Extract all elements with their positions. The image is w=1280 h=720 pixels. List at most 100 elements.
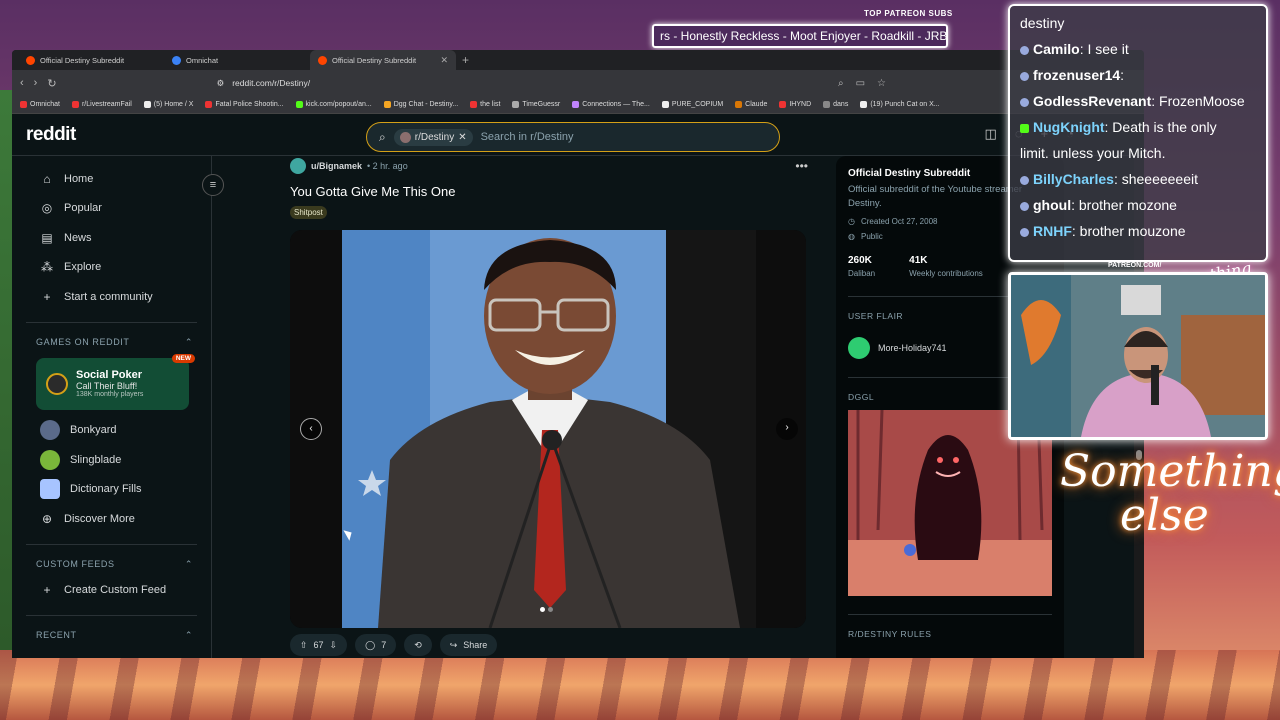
game-bonkyard[interactable]: Bonkyard (26, 416, 211, 446)
more-options-icon[interactable]: ••• (795, 159, 808, 173)
chat-message: BillyCharles: sheeeeeeeit (1020, 166, 1256, 192)
kick-icon (1020, 123, 1029, 133)
url-text: reddit.com/r/Destiny/ (232, 78, 311, 88)
nav-explore[interactable]: ⁂ Explore (26, 253, 211, 283)
search-placeholder: Search in r/Destiny (480, 131, 574, 143)
bookmark-item[interactable]: dans (823, 101, 848, 108)
section-label: RECENT (36, 630, 77, 640)
nav-label: Create Custom Feed (64, 584, 167, 597)
bookmark-item[interactable]: PURE_COPIUM (661, 101, 723, 108)
remove-filter-icon[interactable]: ✕ (458, 132, 466, 143)
social-poker-card[interactable]: Social Poker Call Their Bluff! 138K mont… (36, 353, 195, 410)
downvote-icon[interactable]: ⇩ (330, 640, 338, 651)
cake-icon: ◷ (848, 217, 855, 226)
stream-chat-overlay: destiny Camilo: I see it frozenuser14: G… (1008, 4, 1268, 262)
recent-header[interactable]: RECENT ⌃ (26, 620, 211, 647)
address-bar[interactable]: ⚙ reddit.com/r/Destiny/ (217, 73, 828, 93)
tab-destiny-subreddit-active[interactable]: Official Destiny Subreddit ✕ (310, 50, 456, 70)
bookmark-item[interactable]: Claude (735, 101, 767, 108)
search-input[interactable]: ⌕ r/Destiny ✕ Search in r/Destiny (366, 122, 780, 152)
collapse-nav-button[interactable]: ≡ (202, 174, 224, 196)
post-author[interactable]: u/Bignamek (311, 161, 362, 171)
tab-omnichat[interactable]: Omnichat (164, 50, 310, 70)
bookmark-item[interactable]: the list (470, 101, 500, 108)
rules-section: R/DESTINY RULES (848, 614, 1052, 639)
share-icon: ↪ (449, 639, 458, 650)
badge-icon (1020, 45, 1029, 55)
bookmark-item[interactable]: Omnichat (20, 101, 60, 108)
share-button[interactable]: ↪ Share (439, 634, 498, 656)
patreon-label: TOP PATREON SUBS (864, 9, 953, 18)
bookmark-item[interactable]: (19) Punch Cat on X... (860, 101, 940, 108)
back-icon[interactable]: ‹ (20, 77, 24, 89)
carousel-next-button[interactable]: › (776, 418, 798, 440)
create-custom-feed[interactable]: + Create Custom Feed (26, 576, 211, 606)
game-subtitle: Call Their Bluff! (76, 381, 138, 391)
bookmark-star-icon[interactable]: ☆ (877, 78, 886, 89)
game-dictionary-fills[interactable]: Dictionary Fills (26, 475, 211, 505)
bookmark-item[interactable]: r/LivestreamFail (71, 101, 132, 108)
bookmark-item[interactable]: TimeGuessr (512, 101, 560, 108)
comment-count: 7 (381, 640, 387, 650)
post-title[interactable]: You Gotta Give Me This One (290, 184, 808, 199)
cast-icon[interactable]: ▭ (856, 78, 865, 89)
browser-window: Official Destiny Subreddit Omnichat Offi… (12, 50, 1144, 658)
close-tab-icon[interactable]: ✕ (440, 55, 448, 66)
bookmark-item[interactable]: Dgg Chat - Destiny... (383, 101, 458, 108)
tab-label: Official Destiny Subreddit (40, 55, 125, 65)
comments-button[interactable]: ◯ 7 (355, 634, 397, 656)
ads-icon[interactable]: ◫ (985, 126, 997, 142)
games-section-header[interactable]: GAMES ON REDDIT ⌃ (26, 327, 211, 354)
bookmark-item[interactable]: IHYND (779, 101, 811, 108)
new-badge: NEW (171, 353, 195, 363)
chat-message: destiny (1020, 15, 1065, 31)
nav-label: Home (64, 172, 94, 185)
neon-sign: Something else (1060, 446, 1280, 541)
bookmark-item[interactable]: (5) Home / X (143, 101, 193, 108)
chat-message: ghoul: brother mozone (1020, 192, 1256, 218)
author-avatar[interactable] (290, 158, 306, 174)
chat-message: frozenuser14: (1020, 62, 1256, 88)
gamepad-icon: ⊕ (41, 511, 53, 526)
upvote-icon[interactable]: ⇧ (300, 640, 308, 651)
divider (26, 615, 197, 616)
reddit-icon (318, 55, 327, 65)
game-slingblade[interactable]: Slingblade (26, 445, 211, 475)
contributions-count: 41K (909, 255, 928, 266)
dictionary-fills-icon (40, 479, 60, 500)
site-info-icon[interactable]: ⚙ (217, 78, 225, 89)
nav-popular[interactable]: ◎ Popular (26, 194, 211, 224)
reload-icon[interactable]: ↻ (47, 77, 56, 90)
new-tab-icon[interactable]: + (456, 50, 475, 70)
bookmark-item[interactable]: Connections — The... (572, 101, 650, 108)
bookmark-item[interactable]: Fatal Police Shootin... (205, 101, 284, 108)
bookmarks-bar: Omnichat r/LivestreamFail (5) Home / X F… (12, 96, 1144, 114)
explore-icon: ⁂ (41, 260, 53, 275)
custom-feeds-header[interactable]: CUSTOM FEEDS ⌃ (26, 549, 211, 576)
vote-count: 67 (313, 640, 324, 650)
post-flair[interactable]: Shitpost (290, 206, 327, 219)
bookmark-item[interactable]: kick.com/popout/an... (295, 101, 372, 108)
nav-news[interactable]: ▤ News (26, 223, 211, 253)
vote-control[interactable]: ⇧ 67 ⇩ (290, 634, 348, 656)
zoom-icon[interactable]: ⌕ (838, 78, 844, 89)
post-actions: ⇧ 67 ⇩ ◯ 7 ⟲ ↪ Share (290, 634, 498, 656)
globe-icon: ◍ (848, 232, 855, 241)
post-image-carousel[interactable]: ‹ › (290, 230, 806, 628)
share-label: Share (463, 640, 488, 650)
crosspost-button[interactable]: ⟲ (404, 634, 432, 656)
nav-home[interactable]: ⌂ Home (26, 164, 211, 194)
browser-toolbar: ‹ › ↻ ⚙ reddit.com/r/Destiny/ ⌕ ▭ ☆ (12, 70, 1144, 96)
news-icon: ▤ (41, 230, 53, 245)
tab-destiny-subreddit-1[interactable]: Official Destiny Subreddit (18, 50, 164, 70)
patreon-ticker: rs - Honestly Reckless - Moot Enjoyer - … (652, 24, 948, 48)
game-title: Social Poker (76, 369, 143, 381)
reddit-logo[interactable]: reddit (12, 124, 76, 146)
carousel-prev-button[interactable]: ‹ (300, 418, 322, 440)
forward-icon[interactable]: › (34, 77, 38, 89)
subreddit-filter-chip[interactable]: r/Destiny ✕ (393, 128, 473, 146)
members-count: 260K (848, 255, 872, 266)
badge-icon (1020, 201, 1029, 211)
discover-more[interactable]: ⊕ Discover More (26, 504, 211, 534)
nav-start-community[interactable]: + Start a community (26, 282, 211, 312)
